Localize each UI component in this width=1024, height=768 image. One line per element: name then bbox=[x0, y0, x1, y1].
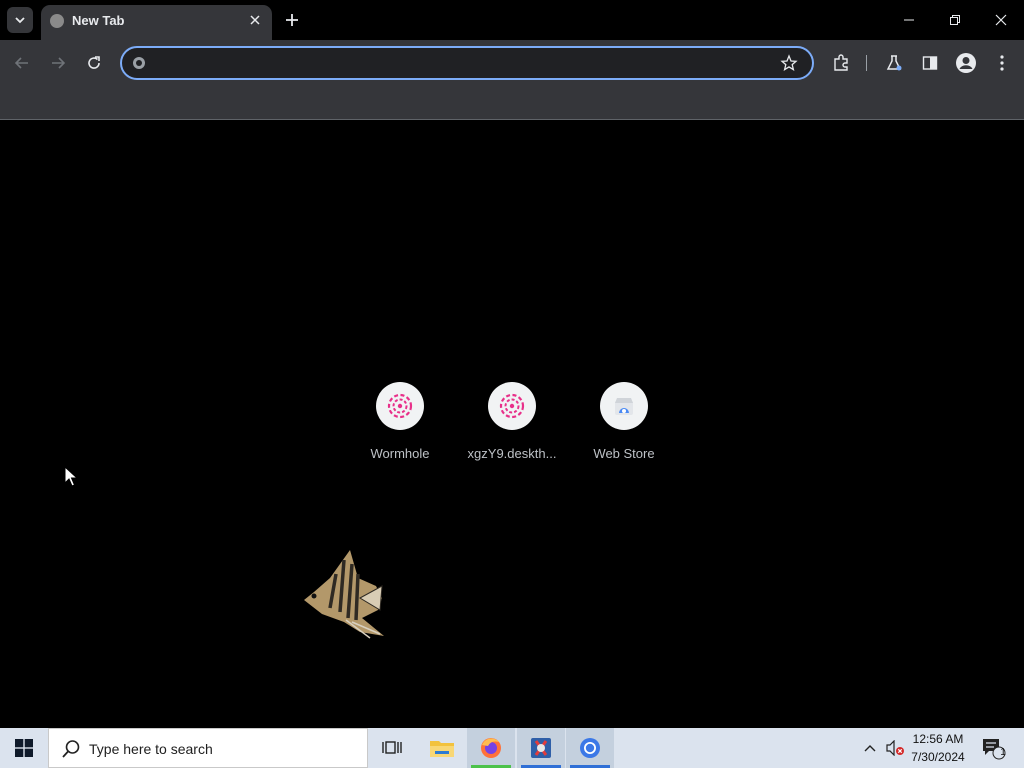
chevron-up-icon bbox=[864, 745, 876, 752]
wormhole-icon bbox=[499, 393, 525, 419]
forward-button[interactable] bbox=[45, 50, 71, 76]
taskbar-search-box[interactable]: Type here to search bbox=[48, 728, 368, 768]
close-icon bbox=[250, 15, 260, 25]
tab-search-button[interactable] bbox=[7, 7, 33, 33]
folder-icon bbox=[430, 741, 454, 757]
volume-button[interactable] bbox=[882, 728, 908, 768]
tab-title: New Tab bbox=[72, 13, 125, 28]
close-window-button[interactable] bbox=[978, 0, 1024, 40]
shortcut-label: Wormhole bbox=[370, 446, 430, 461]
tab-new-tab[interactable]: New Tab bbox=[41, 5, 272, 40]
shortcut-xgzy9[interactable]: xgzY9.deskth... bbox=[464, 380, 560, 470]
labs-button[interactable] bbox=[881, 50, 907, 76]
tab-close-button[interactable] bbox=[246, 11, 264, 29]
shortcut-web-store[interactable]: Web Store bbox=[576, 380, 672, 470]
task-view-button[interactable] bbox=[368, 728, 416, 768]
chevron-down-icon bbox=[15, 17, 25, 24]
bookmark-star-icon[interactable] bbox=[780, 54, 798, 72]
arrow-right-icon bbox=[52, 57, 66, 69]
clock-time: 12:56 AM bbox=[912, 732, 964, 746]
more-vertical-icon bbox=[1000, 55, 1004, 71]
task-view-icon bbox=[382, 741, 402, 754]
puzzle-icon bbox=[834, 54, 848, 71]
search-icon bbox=[62, 740, 80, 758]
shortcut-label: xgzY9.deskth... bbox=[467, 446, 557, 461]
clock-date: 7/30/2024 bbox=[911, 750, 965, 764]
volume-muted-icon bbox=[886, 740, 904, 756]
notification-count: 1 bbox=[1000, 747, 1006, 758]
file-explorer-button[interactable] bbox=[418, 728, 466, 768]
chrome-button[interactable] bbox=[566, 728, 614, 768]
back-button[interactable] bbox=[9, 50, 35, 76]
flask-icon bbox=[886, 55, 902, 71]
new-tab-button[interactable] bbox=[280, 8, 304, 32]
avatar-icon bbox=[956, 53, 976, 73]
bookmark-bar bbox=[0, 86, 1024, 120]
system-clock[interactable]: 12:56 AM 7/30/2024 bbox=[908, 730, 968, 766]
search-placeholder: Type here to search bbox=[89, 741, 213, 757]
minimize-icon bbox=[904, 19, 914, 21]
shortcut-label: Web Store bbox=[593, 446, 655, 461]
chrome-favicon-icon bbox=[50, 14, 64, 28]
shortcut-wormhole[interactable]: Wormhole bbox=[352, 380, 448, 470]
shortcut-icon-circle bbox=[488, 382, 536, 430]
address-input[interactable] bbox=[154, 53, 774, 73]
mouse-cursor-icon bbox=[64, 466, 78, 487]
profile-button[interactable] bbox=[953, 50, 979, 76]
minimize-button[interactable] bbox=[886, 0, 932, 40]
angelfish-icon bbox=[304, 550, 384, 639]
app-button[interactable] bbox=[517, 728, 565, 768]
menu-button[interactable] bbox=[989, 50, 1015, 76]
windows-logo-icon bbox=[15, 739, 33, 757]
close-icon bbox=[995, 14, 1007, 26]
side-panel-icon bbox=[922, 56, 938, 70]
start-button[interactable] bbox=[0, 728, 48, 768]
address-bar[interactable] bbox=[120, 46, 814, 80]
plus-icon bbox=[286, 14, 298, 26]
google-g-icon bbox=[133, 57, 145, 69]
wormhole-icon bbox=[387, 393, 413, 419]
show-hidden-icons-button[interactable] bbox=[858, 728, 882, 768]
app-icon bbox=[531, 738, 551, 758]
arrow-left-icon bbox=[14, 57, 28, 69]
reload-button[interactable] bbox=[81, 50, 107, 76]
firefox-icon bbox=[481, 738, 501, 758]
title-bar: New Tab bbox=[0, 0, 1024, 40]
restore-button[interactable] bbox=[932, 0, 978, 40]
browser-toolbar bbox=[0, 40, 1024, 86]
chrome-icon bbox=[580, 738, 600, 758]
shortcut-icon-circle bbox=[600, 382, 648, 430]
extensions-button[interactable] bbox=[828, 50, 854, 76]
side-panel-button[interactable] bbox=[917, 50, 943, 76]
action-center-button[interactable]: 1 bbox=[976, 728, 1012, 768]
shortcut-icon-circle bbox=[376, 382, 424, 430]
firefox-button[interactable] bbox=[467, 728, 515, 768]
toolbar-divider bbox=[866, 55, 867, 71]
restore-icon bbox=[950, 15, 960, 25]
taskbar: Type here to search 12:56 AM 7/30/2024 1 bbox=[0, 728, 1024, 768]
reload-icon bbox=[88, 56, 100, 69]
web-store-icon bbox=[615, 398, 633, 415]
